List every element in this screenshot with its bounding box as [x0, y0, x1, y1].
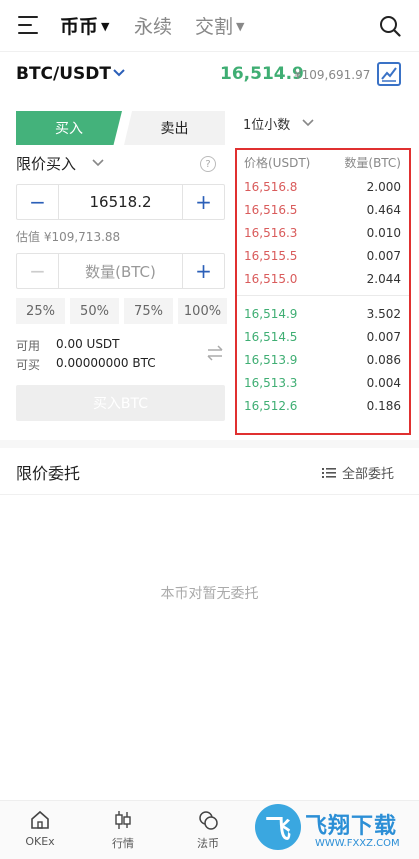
percent-50-button[interactable]: 50%	[70, 298, 119, 324]
chevron-down-icon[interactable]	[112, 66, 126, 80]
buyable-value: 0.00000000 BTC	[56, 356, 156, 370]
bid-price: 16,513.3	[244, 376, 298, 390]
orders-divider	[0, 494, 419, 495]
sell-tab[interactable]: 卖出	[124, 111, 225, 145]
ask-price: 16,515.0	[244, 272, 298, 286]
quantity-decrease-button[interactable]: −	[17, 254, 59, 288]
decimals-selector[interactable]: 1位小数	[243, 114, 290, 133]
home-icon	[31, 810, 49, 829]
candlestick-icon	[115, 811, 131, 829]
last-price: 16,514.9	[220, 64, 304, 84]
ask-row[interactable]: 16,515.5 0.007	[237, 245, 409, 268]
order-type-selector[interactable]: 限价买入	[16, 153, 76, 174]
open-orders-title: 限价委托	[16, 464, 81, 483]
watermark-text: 飞翔下载	[305, 814, 398, 839]
ask-row[interactable]: 16,516.3 0.010	[237, 222, 409, 245]
ask-row[interactable]: 16,516.5 0.464	[237, 199, 409, 222]
menu-icon[interactable]	[18, 16, 40, 36]
bottom-nav-okex[interactable]: OKEx	[15, 809, 65, 848]
bottom-nav-label: 法币	[197, 837, 219, 850]
percent-75-button[interactable]: 75%	[124, 298, 173, 324]
estimate-value: 估值 ¥109,713.88	[16, 230, 121, 244]
quantity-increase-button[interactable]: +	[182, 254, 224, 288]
ask-quantity: 0.464	[366, 203, 401, 217]
empty-orders-text: 本币对暂无委托	[160, 586, 259, 602]
chevron-down-icon[interactable]	[302, 117, 314, 129]
bid-row[interactable]: 16,513.3 0.004	[237, 372, 409, 395]
book-divider	[237, 295, 409, 296]
coins-icon	[199, 811, 218, 830]
top-nav: 币币 ▼ 永续 交割 ▼	[0, 0, 419, 52]
buy-submit-button[interactable]: 买入BTC	[16, 385, 225, 421]
all-orders-link[interactable]: 全部委托	[322, 463, 394, 482]
ask-quantity: 2.000	[366, 180, 401, 194]
tab-futures-label: 交割	[195, 16, 234, 38]
quantity-input[interactable]: 数量(BTC)	[59, 261, 182, 282]
bid-price: 16,513.9	[244, 353, 298, 367]
price-header: 价格(USDT)	[244, 156, 311, 170]
price-input[interactable]: 16518.2	[59, 193, 182, 211]
caret-down-icon: ▼	[236, 20, 245, 33]
price-decrease-button[interactable]: −	[17, 185, 59, 219]
price-stepper: − 16518.2 +	[16, 184, 225, 220]
bid-quantity: 0.186	[366, 399, 401, 413]
ask-row[interactable]: 16,515.0 2.044	[237, 268, 409, 291]
watermark-badge: 飞	[255, 804, 301, 850]
percent-25-button[interactable]: 25%	[16, 298, 65, 324]
watermark-logo: 飞 飞翔下载 WWW.FXXZ.COM	[255, 802, 415, 857]
bottom-nav-label: 行情	[112, 837, 134, 850]
bid-quantity: 3.502	[366, 307, 401, 321]
price-increase-button[interactable]: +	[182, 185, 224, 219]
bid-quantity: 0.086	[366, 353, 401, 367]
kline-chart-icon[interactable]	[377, 62, 401, 86]
bid-quantity: 0.004	[366, 376, 401, 390]
ask-price: 16,516.3	[244, 226, 298, 240]
bottom-nav-fiat[interactable]: 法币	[183, 809, 233, 851]
ask-price: 16,516.5	[244, 203, 298, 217]
pair-selector[interactable]: BTC/USDT	[16, 64, 111, 84]
last-price-cny: ¥109,691.97	[294, 68, 371, 82]
ask-quantity: 0.010	[366, 226, 401, 240]
tab-perpetual[interactable]: 永续	[134, 12, 172, 39]
available-value: 0.00 USDT	[56, 337, 120, 351]
all-orders-label: 全部委托	[342, 467, 395, 482]
percent-buttons: 25% 50% 75% 100%	[16, 298, 227, 324]
search-icon[interactable]	[379, 15, 401, 37]
ask-row[interactable]: 16,516.8 2.000	[237, 176, 409, 199]
caret-down-icon: ▼	[101, 20, 110, 33]
bid-row[interactable]: 16,514.5 0.007	[237, 326, 409, 349]
tab-spot[interactable]: 币币 ▼	[60, 12, 109, 39]
buyable-label: 可买	[16, 358, 41, 372]
quantity-header: 数量(BTC)	[344, 156, 401, 170]
bid-row[interactable]: 16,512.6 0.186	[237, 395, 409, 418]
help-icon[interactable]: ?	[200, 156, 216, 172]
ask-quantity: 2.044	[366, 272, 401, 286]
buy-tab[interactable]: 买入	[16, 111, 122, 145]
bid-price: 16,514.9	[244, 307, 298, 321]
bid-price: 16,514.5	[244, 330, 298, 344]
available-label: 可用	[16, 339, 41, 353]
chevron-down-icon[interactable]	[92, 157, 104, 169]
percent-100-button[interactable]: 100%	[178, 298, 227, 324]
bid-price: 16,512.6	[244, 399, 298, 413]
transfer-icon[interactable]	[206, 344, 224, 362]
bottom-nav-label: OKEx	[25, 835, 55, 848]
section-divider	[0, 440, 419, 448]
tab-futures[interactable]: 交割 ▼	[195, 12, 244, 39]
ask-quantity: 0.007	[366, 249, 401, 263]
order-book: 价格(USDT) 数量(BTC) 16,516.8 2.000 16,516.5 0…	[235, 148, 411, 435]
list-icon	[322, 467, 336, 478]
tab-perpetual-label: 永续	[134, 16, 173, 38]
ask-price: 16,516.8	[244, 180, 298, 194]
quantity-stepper: − 数量(BTC) +	[16, 253, 225, 289]
bid-quantity: 0.007	[366, 330, 401, 344]
ask-price: 16,515.5	[244, 249, 298, 263]
bottom-nav-market[interactable]: 行情	[98, 809, 148, 851]
bid-row[interactable]: 16,514.9 3.502	[237, 303, 409, 326]
tab-spot-label: 币币	[60, 16, 99, 38]
bid-row[interactable]: 16,513.9 0.086	[237, 349, 409, 372]
watermark-url: WWW.FXXZ.COM	[315, 838, 400, 849]
